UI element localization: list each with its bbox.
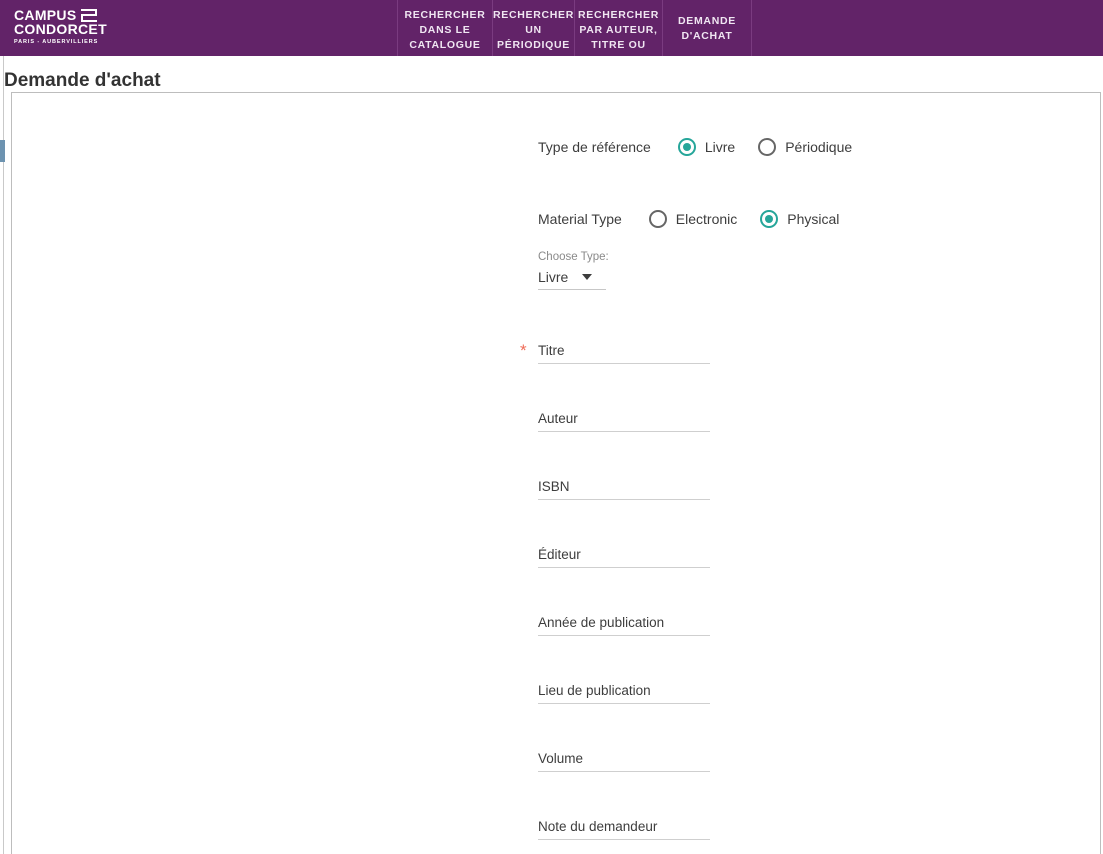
radio-physical-icon[interactable] [760, 210, 779, 228]
reference-type-option-livre[interactable]: Livre [677, 138, 736, 156]
field-note-demandeur: Note du demandeur [538, 819, 710, 840]
field-editeur-input[interactable] [538, 567, 710, 568]
field-isbn-input[interactable] [538, 499, 710, 500]
field-auteur-input[interactable] [538, 431, 710, 432]
page-root: CAMPUS CONDORCET PARIS - AUBERVILLIERS R… [0, 0, 1103, 854]
field-note-demandeur-label: Note du demandeur [538, 819, 658, 834]
site-logo[interactable]: CAMPUS CONDORCET PARIS - AUBERVILLIERS [14, 8, 107, 48]
field-annee-publication: Année de publication [538, 615, 710, 636]
choose-type-block: Choose Type: Livre [538, 251, 609, 290]
field-annee-publication-input[interactable] [538, 635, 710, 636]
material-type-option-physical[interactable]: Physical [760, 210, 839, 228]
nav-rechercher-auteur-titre-sujet[interactable]: RECHERCHER PAR AUTEUR, TITRE OU SUJET [574, 0, 662, 56]
nav-demande-achat[interactable]: DEMANDE D'ACHAT [662, 0, 752, 56]
site-header: CAMPUS CONDORCET PARIS - AUBERVILLIERS R… [0, 0, 1103, 56]
reference-type-radio-group: Livre Périodique [677, 138, 852, 156]
title-bar: Demande d'achat [0, 56, 1103, 92]
field-lieu-publication-input[interactable] [538, 703, 710, 704]
content-panel: Type de référence Livre Périodique Mater… [11, 92, 1101, 854]
material-type-radio-group: Electronic Physical [648, 210, 839, 228]
reference-type-option-periodique-label: Périodique [785, 139, 853, 155]
choose-type-select[interactable]: Livre [538, 269, 606, 290]
reference-type-row: Type de référence Livre Périodique [538, 138, 852, 156]
left-scroll-marker[interactable] [0, 140, 5, 162]
radio-livre-icon[interactable] [677, 138, 696, 156]
material-type-row: Material Type Electronic Physical [538, 210, 839, 228]
page-title: Demande d'achat [4, 69, 161, 91]
logo-text-condorcet: CONDORCET [14, 21, 107, 37]
nav-rechercher-catalogue-label: RECHERCHER DANS LE CATALOGUE [404, 9, 486, 51]
nav-demande-achat-label: DEMANDE D'ACHAT [678, 15, 736, 42]
choose-type-caption: Choose Type: [538, 251, 609, 263]
field-volume-label: Volume [538, 751, 584, 766]
main-navigation: RECHERCHER DANS LE CATALOGUE RECHERCHER … [397, 0, 752, 56]
field-lieu-publication: Lieu de publication [538, 683, 710, 704]
logo-text-campus: CAMPUS [14, 7, 77, 23]
field-titre: * Titre [520, 342, 710, 364]
field-isbn-label: ISBN [538, 479, 570, 494]
left-guide-rule [3, 56, 4, 854]
nav-rechercher-catalogue[interactable]: RECHERCHER DANS LE CATALOGUE [397, 0, 492, 56]
radio-periodique-icon[interactable] [758, 138, 777, 156]
nav-rechercher-periodique[interactable]: RECHERCHER UN PÉRIODIQUE [492, 0, 574, 56]
nav-rechercher-periodique-label: RECHERCHER UN PÉRIODIQUE [492, 9, 575, 51]
material-type-option-physical-label: Physical [787, 211, 840, 227]
material-type-label: Material Type [538, 211, 622, 227]
field-annee-publication-label: Année de publication [538, 615, 665, 630]
header-inner: CAMPUS CONDORCET PARIS - AUBERVILLIERS R… [0, 0, 1103, 56]
field-volume: Volume [538, 751, 710, 772]
material-type-option-electronic-label: Electronic [675, 211, 738, 227]
material-type-option-electronic[interactable]: Electronic [648, 210, 738, 228]
radio-electronic-icon[interactable] [648, 210, 667, 228]
field-isbn: ISBN [538, 479, 710, 500]
reference-type-option-periodique[interactable]: Périodique [758, 138, 852, 156]
field-titre-input[interactable] [538, 363, 710, 364]
field-lieu-publication-label: Lieu de publication [538, 683, 651, 698]
field-volume-input[interactable] [538, 771, 710, 772]
logo-subtitle: PARIS - AUBERVILLIERS [14, 39, 99, 45]
field-note-demandeur-input[interactable] [538, 839, 710, 840]
reference-type-option-livre-label: Livre [704, 139, 736, 155]
field-titre-label: Titre [538, 343, 565, 358]
field-editeur-label: Éditeur [538, 547, 581, 562]
condorcet-monogram-icon [81, 8, 98, 22]
logo-line-1: CAMPUS [14, 8, 104, 22]
required-star-titre: * [520, 341, 527, 360]
field-editeur: Éditeur [538, 547, 710, 568]
choose-type-selected-value: Livre [538, 269, 569, 285]
reference-type-label: Type de référence [538, 139, 651, 155]
field-auteur: Auteur [538, 411, 710, 432]
chevron-down-icon [582, 274, 593, 280]
field-auteur-label: Auteur [538, 411, 578, 426]
nav-rechercher-auteur-titre-sujet-label: RECHERCHER PAR AUTEUR, TITRE OU SUJET [577, 9, 660, 56]
